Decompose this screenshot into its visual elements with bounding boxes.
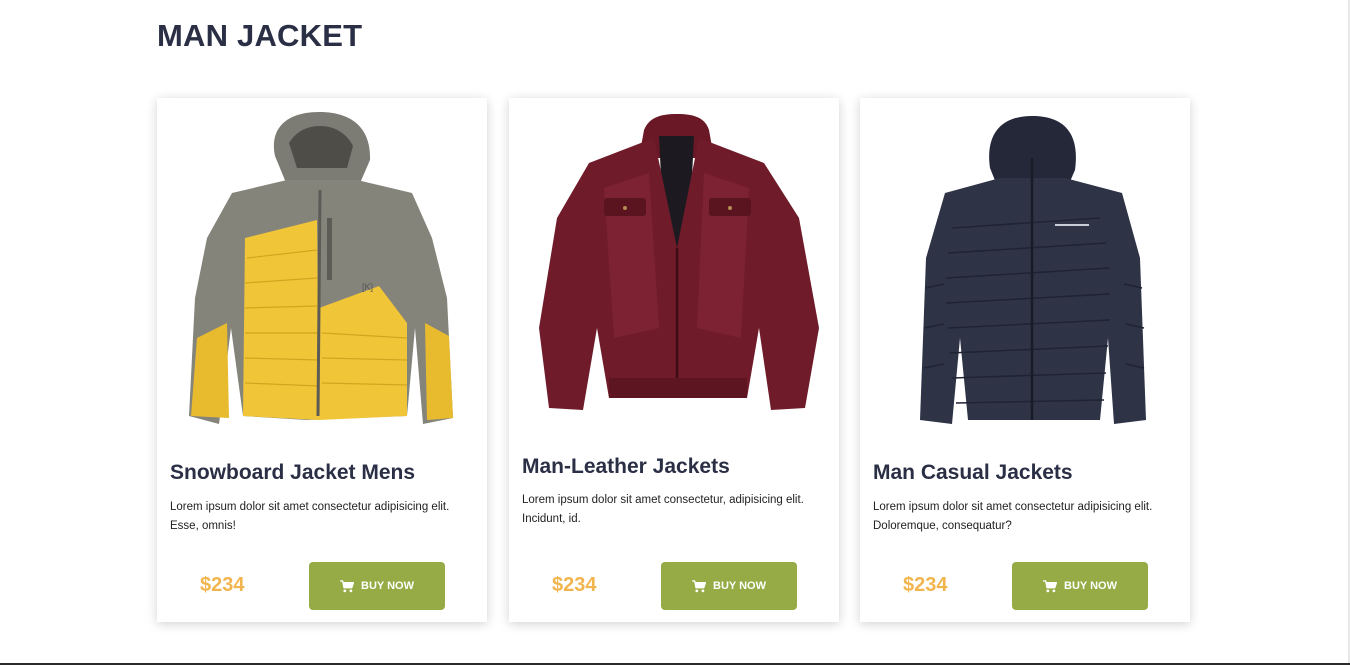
product-name: Snowboard Jacket Mens [170,461,416,484]
buy-now-label: BUY NOW [1064,580,1117,592]
buy-now-button[interactable]: BUY NOW [309,562,445,610]
product-card: Man Casual Jackets Lorem ipsum dolor sit… [860,98,1190,622]
product-description: Lorem ipsum dolor sit amet consectetur a… [873,501,1153,532]
buy-now-button[interactable]: BUY NOW [661,562,797,610]
product-name: Man Casual Jackets [873,461,1073,484]
product-card: Man-Leather Jackets Lorem ipsum dolor si… [509,98,839,622]
product-name: Man-Leather Jackets [522,455,730,478]
buy-now-label: BUY NOW [361,580,414,592]
page-title: MAN JACKET [157,18,363,53]
product-description: Lorem ipsum dolor sit amet consectetur, … [522,494,804,525]
cart-icon [1043,579,1058,592]
product-card: [K] Snowboard Jacket Mens Lorem ipsum do… [157,98,487,622]
product-price: $234 [200,574,245,596]
buy-now-button[interactable]: BUY NOW [1012,562,1148,610]
product-price: $234 [903,574,948,596]
product-description: Lorem ipsum dolor sit amet consectetur a… [170,501,450,532]
cart-icon [692,579,707,592]
svg-text:[K]: [K] [362,282,373,292]
product-image[interactable]: [K] [157,98,487,438]
buy-now-label: BUY NOW [713,580,766,592]
product-image[interactable] [509,98,839,438]
product-image[interactable] [860,98,1190,438]
product-price: $234 [552,574,597,596]
cart-icon [340,579,355,592]
